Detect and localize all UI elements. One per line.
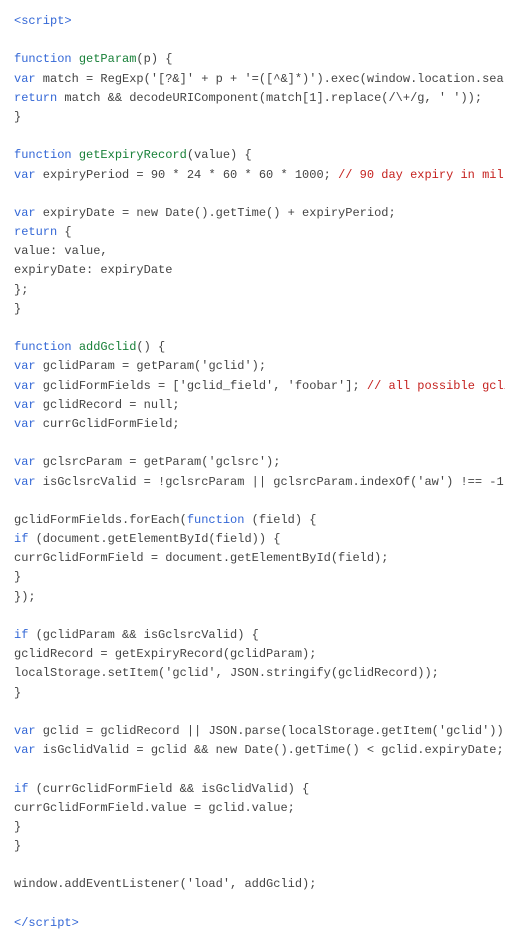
code-line: var gclidRecord = null;: [14, 396, 491, 415]
code-line: var gclidFormFields = ['gclid_field', 'f…: [14, 377, 491, 396]
code-line: [14, 856, 491, 875]
code-line: var gclidParam = getParam('gclid');: [14, 357, 491, 376]
code-line: var gclid = gclidRecord || JSON.parse(lo…: [14, 722, 491, 741]
code-line: [14, 703, 491, 722]
code-line: });: [14, 588, 491, 607]
code-line: if (currGclidFormField && isGclidValid) …: [14, 780, 491, 799]
code-line: }: [14, 568, 491, 587]
code-line: <script>: [14, 12, 491, 31]
code-line: function getExpiryRecord(value) {: [14, 146, 491, 165]
code-line: window.addEventListener('load', addGclid…: [14, 875, 491, 894]
code-line: </script>: [14, 914, 491, 933]
code-line: [14, 760, 491, 779]
code-line: }: [14, 837, 491, 856]
code-line: var currGclidFormField;: [14, 415, 491, 434]
code-line: [14, 185, 491, 204]
code-line: [14, 434, 491, 453]
code-line: return {: [14, 223, 491, 242]
code-line: }: [14, 684, 491, 703]
code-line: [14, 492, 491, 511]
code-line: }: [14, 108, 491, 127]
code-line: expiryDate: expiryDate: [14, 261, 491, 280]
code-line: function addGclid() {: [14, 338, 491, 357]
code-line: currGclidFormField = document.getElement…: [14, 549, 491, 568]
code-line: }: [14, 300, 491, 319]
code-line: var isGclsrcValid = !gclsrcParam || gcls…: [14, 473, 491, 492]
code-line: var expiryDate = new Date().getTime() + …: [14, 204, 491, 223]
code-line: [14, 31, 491, 50]
code-line: [14, 895, 491, 914]
code-line: gclidRecord = getExpiryRecord(gclidParam…: [14, 645, 491, 664]
code-line: function getParam(p) {: [14, 50, 491, 69]
code-line: if (document.getElementById(field)) {: [14, 530, 491, 549]
code-line: };: [14, 281, 491, 300]
code-line: var isGclidValid = gclid && new Date().g…: [14, 741, 491, 760]
code-line: var expiryPeriod = 90 * 24 * 60 * 60 * 1…: [14, 166, 491, 185]
code-line: [14, 319, 491, 338]
code-line: if (gclidParam && isGclsrcValid) {: [14, 626, 491, 645]
code-line: gclidFormFields.forEach(function (field)…: [14, 511, 491, 530]
code-snippet: <script> function getParam(p) {var match…: [0, 0, 505, 947]
code-line: localStorage.setItem('gclid', JSON.strin…: [14, 664, 491, 683]
code-line: return match && decodeURIComponent(match…: [14, 89, 491, 108]
code-line: [14, 127, 491, 146]
code-line: value: value,: [14, 242, 491, 261]
code-line: [14, 607, 491, 626]
code-line: currGclidFormField.value = gclid.value;: [14, 799, 491, 818]
code-line: }: [14, 818, 491, 837]
code-line: var match = RegExp('[?&]' + p + '=([^&]*…: [14, 70, 491, 89]
code-line: var gclsrcParam = getParam('gclsrc');: [14, 453, 491, 472]
